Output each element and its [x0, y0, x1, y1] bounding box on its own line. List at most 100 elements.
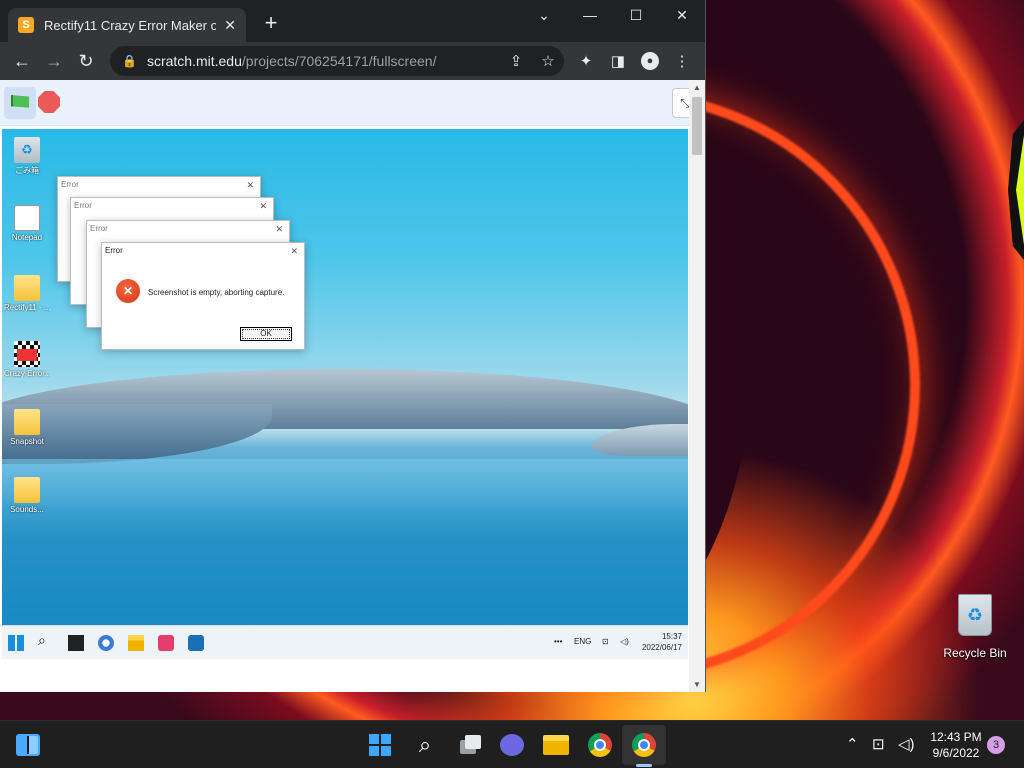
notepad-icon — [14, 205, 40, 231]
clock-time: 12:43 PM — [930, 730, 982, 744]
new-tab-button[interactable]: + — [258, 10, 284, 36]
search-icon[interactable]: ⌕ — [38, 632, 54, 648]
stage-desktop-icon[interactable]: ♻ ごみ箱 — [4, 137, 50, 176]
chrome-icon — [588, 733, 612, 757]
search-button[interactable]: ⌕ — [411, 731, 439, 759]
media-icon[interactable] — [158, 635, 174, 651]
close-icon[interactable]: ✕ — [246, 177, 254, 193]
error-dialog-front[interactable]: Error ✕ ✕ Screenshot is empty, aborting c… — [101, 242, 305, 350]
close-icon[interactable]: ✕ — [259, 198, 267, 214]
browser-toolbar: ← → ↻ 🔒 scratch.mit.edu/projects/7062541… — [0, 42, 705, 80]
minimize-button[interactable]: — — [567, 0, 613, 30]
close-tab-icon[interactable]: ✕ — [224, 17, 236, 34]
recycle-bin-icon: ♻ — [958, 594, 992, 636]
chrome-active-button[interactable] — [630, 731, 658, 759]
green-flag-button[interactable] — [4, 87, 36, 119]
url-path: /projects/706254171/fullscreen/ — [241, 53, 437, 69]
green-flag-icon — [11, 95, 29, 108]
chrome-icon — [632, 733, 656, 757]
dialog-title: Error — [90, 224, 108, 233]
folder-icon — [14, 409, 40, 435]
folder-icon — [14, 477, 40, 503]
stage-desktop-icon[interactable]: Rectify11 - ... — [4, 275, 50, 312]
tab-strip: S Rectify11 Crazy Error Maker on Sc ✕ + … — [0, 0, 705, 42]
scroll-up-arrow[interactable]: ▲ — [689, 83, 705, 92]
chrome-button[interactable] — [586, 731, 614, 759]
browser-icon[interactable] — [98, 635, 114, 651]
forward-button[interactable]: → — [38, 45, 70, 77]
maximize-button[interactable]: ☐ — [613, 0, 659, 30]
file-explorer-button[interactable] — [542, 731, 570, 759]
tab-title: Rectify11 Crazy Error Maker on Sc — [44, 17, 217, 33]
task-view-button[interactable] — [456, 731, 484, 759]
overflow-icon[interactable]: ••• — [554, 637, 562, 646]
folder-icon — [543, 735, 569, 755]
scratch-cat-icon: S — [18, 17, 34, 33]
desktop-recycle-bin[interactable]: ♻ Recycle Bin — [940, 594, 1010, 660]
extensions-icon[interactable]: ✦ — [570, 45, 602, 77]
reload-button[interactable]: ↻ — [70, 45, 102, 77]
page-content: ⤡ ♻ ごみ箱 Notepad Rectify11 - ... Crazy Er… — [0, 80, 705, 692]
network-icon[interactable]: ⊡ — [872, 735, 885, 753]
chat-icon — [500, 734, 524, 756]
side-panel-icon[interactable]: ◨ — [602, 45, 634, 77]
widgets-icon — [16, 734, 40, 756]
task-view-icon — [465, 735, 481, 749]
windows-logo-icon — [369, 734, 391, 756]
close-icon[interactable]: ✕ — [290, 243, 298, 259]
start-icon[interactable] — [8, 635, 24, 651]
error-icon: ✕ — [116, 279, 140, 303]
notification-badge[interactable]: 3 — [987, 736, 1005, 754]
close-icon[interactable]: ✕ — [275, 221, 283, 237]
menu-icon[interactable]: ⋮ — [666, 45, 698, 77]
scratch-stage[interactable]: ♻ ごみ箱 Notepad Rectify11 - ... Crazy Erro… — [2, 129, 688, 659]
stage-desktop-icon[interactable]: Notepad — [4, 205, 50, 242]
widgets-button[interactable] — [14, 731, 42, 759]
stage-clock[interactable]: 15:37 2022/06/17 — [642, 631, 682, 653]
recycle-bin-label: Recycle Bin — [943, 646, 1007, 660]
page-scrollbar[interactable]: ▲ ▼ — [689, 80, 705, 692]
volume-icon[interactable]: ◁) — [620, 637, 629, 646]
start-button[interactable] — [366, 731, 394, 759]
scratch-controls-bar: ⤡ — [0, 80, 705, 126]
stage-desktop-icon[interactable]: Crazy Error... — [4, 341, 50, 378]
dialog-title: Error — [61, 180, 79, 189]
profile-avatar-icon[interactable]: ● — [641, 52, 659, 70]
bookmark-star-icon[interactable]: ☆ — [532, 46, 564, 76]
windows-taskbar: ⌕ ⌃ ⊡ ◁) 12:43 PM 9/6/2022 3 — [0, 720, 1024, 768]
stop-button[interactable] — [38, 91, 60, 113]
browser-window: S Rectify11 Crazy Error Maker on Sc ✕ + … — [0, 0, 706, 692]
volume-icon[interactable]: ◁) — [898, 735, 915, 753]
chat-button[interactable] — [498, 731, 526, 759]
error-message: Screenshot is empty, aborting capture. — [148, 288, 285, 297]
chevron-up-icon[interactable]: ⌃ — [846, 735, 859, 753]
active-app-indicator — [636, 764, 652, 767]
scroll-down-arrow[interactable]: ▼ — [689, 680, 705, 689]
recycle-bin-icon: ♻ — [14, 137, 40, 163]
language-indicator[interactable]: ENG — [574, 637, 591, 646]
folder-icon[interactable] — [128, 635, 144, 651]
stage-taskbar: ⌕ ••• ENG ⊡ ◁) 15:37 2022/06/17 — [2, 625, 688, 659]
tab-search-icon[interactable]: ⌄ — [521, 0, 567, 30]
window-controls: ⌄ — ☐ ✕ — [521, 0, 705, 30]
stage-desktop-icon[interactable]: Snapshot — [4, 409, 50, 446]
search-icon: ⌕ — [418, 732, 432, 757]
network-icon[interactable]: ⊡ — [602, 637, 609, 646]
folder-icon — [14, 275, 40, 301]
browser-tab[interactable]: S Rectify11 Crazy Error Maker on Sc ✕ — [8, 8, 246, 42]
dialog-title: Error — [105, 246, 123, 255]
lock-icon[interactable]: 🔒 — [122, 54, 137, 68]
stage-desktop-icon[interactable]: Sounds... — [4, 477, 50, 514]
clock-date: 9/6/2022 — [932, 746, 980, 760]
task-view-icon[interactable] — [68, 635, 84, 651]
scrollbar-thumb[interactable] — [692, 97, 702, 155]
url-host: scratch.mit.edu — [146, 53, 242, 69]
back-button[interactable]: ← — [6, 45, 38, 77]
share-icon[interactable]: ⇪ — [500, 46, 532, 76]
dialog-title: Error — [74, 201, 92, 210]
close-window-button[interactable]: ✕ — [659, 0, 705, 30]
ok-button[interactable]: OK — [240, 327, 292, 341]
address-bar[interactable]: 🔒 scratch.mit.edu/projects/706254171/ful… — [110, 46, 564, 76]
taskbar-clock[interactable]: 12:43 PM 9/6/2022 — [922, 729, 990, 761]
store-icon[interactable] — [188, 635, 204, 651]
